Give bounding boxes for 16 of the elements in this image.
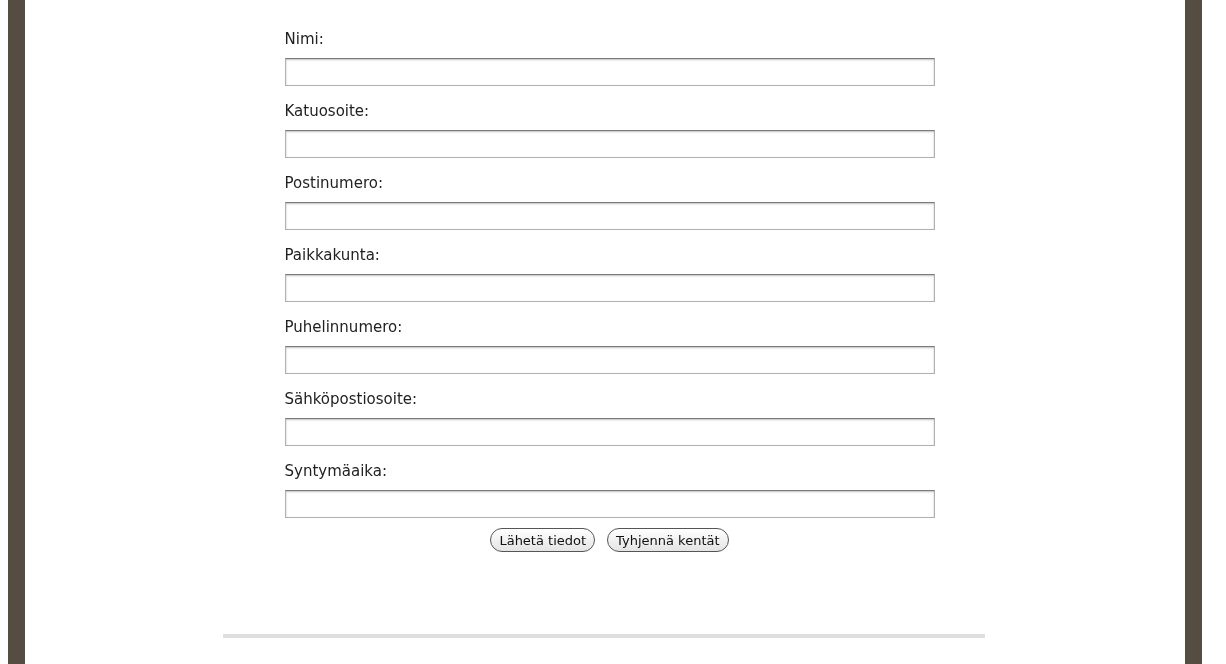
- field-label: Paikkakunta:: [284, 245, 381, 265]
- input-field[interactable]: [284, 202, 935, 230]
- field-label: Postinumero:: [284, 173, 384, 193]
- field-label: Nimi:: [284, 29, 325, 49]
- input-field[interactable]: [284, 418, 935, 446]
- input-field[interactable]: [284, 58, 935, 86]
- input-field[interactable]: [284, 346, 935, 374]
- input-field[interactable]: [284, 490, 935, 518]
- field-label: Syntymäaika:: [284, 461, 388, 481]
- submit-button[interactable]: Lähetä tiedot: [490, 528, 596, 552]
- reset-button[interactable]: Tyhjennä kentät: [607, 528, 729, 552]
- input-field[interactable]: [284, 274, 935, 302]
- field-label: Katuosoite:: [284, 101, 371, 121]
- input-field[interactable]: [284, 130, 935, 158]
- field-label: Puhelinnumero:: [284, 317, 404, 337]
- field-label: Sähköpostiosoite:: [284, 389, 419, 409]
